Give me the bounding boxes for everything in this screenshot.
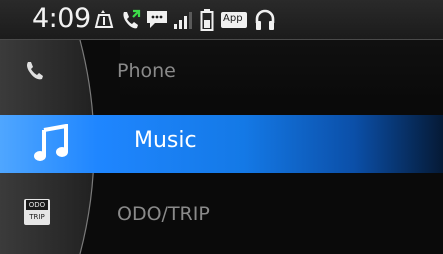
menu-item-music[interactable]: Music [134,128,197,153]
app-badge-label: App [223,13,243,24]
odo-icon-bottom: TRIP [29,213,45,221]
app-badge: App [221,12,247,28]
traffic-info-icon [94,10,114,28]
battery-icon [200,9,214,31]
status-bar: 4:09 App [0,0,443,40]
screen: 4:09 App Phone Music ODO TRIP ODO/TRIP [0,0,443,254]
music-note-icon[interactable] [32,124,72,164]
odo-icon-top: ODO [26,200,48,210]
odo-trip-icon[interactable]: ODO TRIP [24,199,50,225]
signal-strength-icon [174,12,192,29]
message-icon [147,11,167,28]
headphones-icon [255,9,275,30]
call-active-icon [123,9,141,29]
menu-item-odo-trip[interactable]: ODO/TRIP [117,203,210,225]
clock-time: 4:09 [32,3,91,34]
menu-item-phone[interactable]: Phone [117,60,176,82]
phone-icon[interactable] [23,59,47,83]
